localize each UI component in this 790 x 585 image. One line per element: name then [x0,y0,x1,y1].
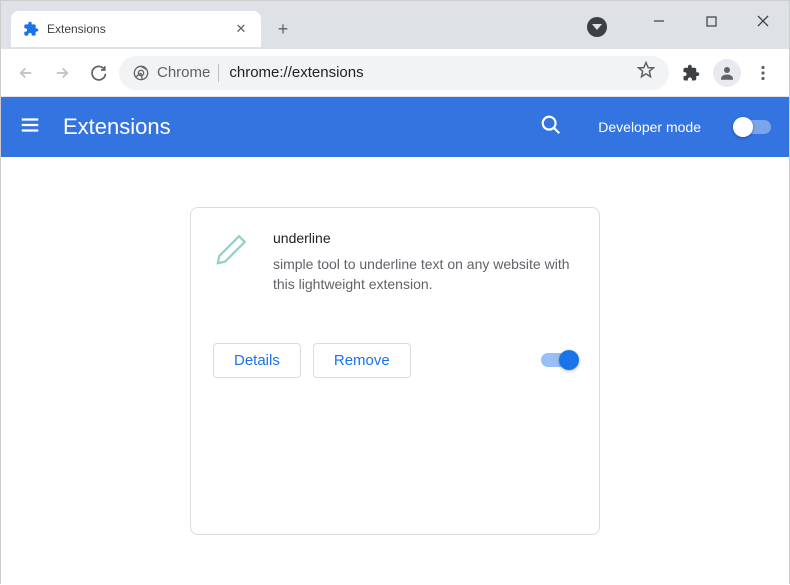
remove-button[interactable]: Remove [313,343,411,378]
maximize-button[interactable] [685,1,737,41]
page-title: Extensions [63,114,518,140]
close-window-button[interactable] [737,1,789,41]
menu-button[interactable] [747,57,779,89]
developer-mode-toggle[interactable] [735,120,771,134]
developer-mode-label: Developer mode [598,119,701,135]
hamburger-icon[interactable] [19,114,41,141]
chrome-icon [133,65,149,81]
minimize-button[interactable] [633,1,685,41]
details-button[interactable]: Details [213,343,301,378]
window-titlebar: Extensions ✕ + [1,1,789,49]
forward-button[interactable] [47,58,77,88]
browser-tab[interactable]: Extensions ✕ [11,11,261,47]
person-icon [718,64,736,82]
browser-toolbar: Chrome [1,49,789,97]
extension-description: simple tool to underline text on any web… [273,254,577,295]
bookmark-star-icon[interactable] [637,61,655,84]
puzzle-icon [23,21,39,37]
extension-card: underline simple tool to underline text … [190,207,600,535]
extensions-content: underline simple tool to underline text … [1,157,789,585]
close-icon[interactable]: ✕ [233,21,249,37]
divider [218,64,219,82]
extensions-icon[interactable] [675,57,707,89]
site-info[interactable]: Chrome [133,64,219,82]
tab-title: Extensions [47,22,225,36]
extensions-header: Extensions Developer mode [1,97,789,157]
back-button[interactable] [11,58,41,88]
extension-toggle[interactable] [541,353,577,367]
pencil-icon [213,230,251,268]
scheme-label: Chrome [157,64,210,81]
address-bar[interactable]: Chrome [119,56,669,90]
search-icon[interactable] [540,114,562,141]
kebab-icon [755,65,771,81]
toggle-knob [733,117,753,137]
window-controls [633,1,789,41]
extension-name: underline [273,230,577,246]
new-tab-button[interactable]: + [269,15,297,43]
url-input[interactable] [229,64,627,81]
profile-button[interactable] [713,59,741,87]
reload-button[interactable] [83,58,113,88]
toggle-knob [559,350,579,370]
tab-search-button[interactable] [587,17,607,37]
